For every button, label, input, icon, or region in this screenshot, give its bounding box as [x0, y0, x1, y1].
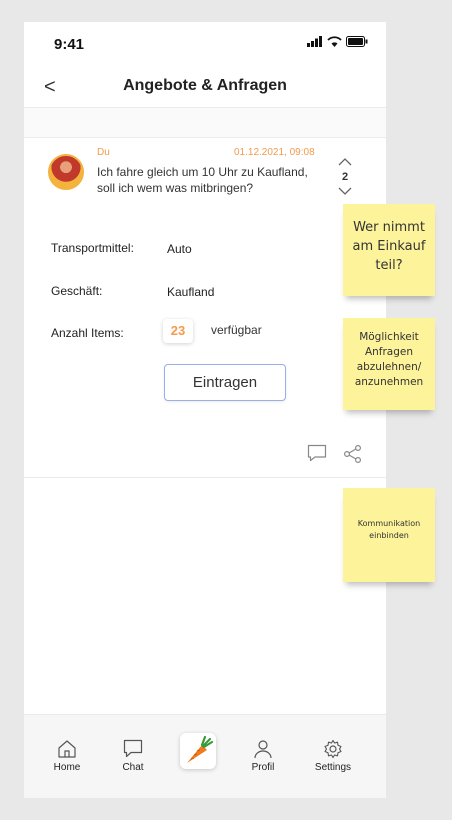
page-title: Angebote & Anfragen [123, 77, 287, 94]
sticky-note-requests: Möglichkeit Anfragen abzulehnen/ anzuneh… [343, 318, 435, 410]
shop-label: Geschäft: [51, 284, 103, 298]
tab-settings[interactable]: Settings [303, 739, 363, 773]
status-bar: 9:41 [24, 22, 386, 68]
tab-home[interactable]: Home [37, 739, 97, 773]
eintragen-button[interactable]: Eintragen [164, 364, 286, 401]
message-date: 01.12.2021, 09:08 [234, 147, 315, 158]
tab-settings-label: Settings [314, 762, 352, 773]
items-status: verfügbar [211, 323, 262, 337]
section-divider [24, 477, 386, 478]
battery-icon [346, 36, 368, 47]
tab-chat[interactable]: Chat [103, 739, 163, 773]
items-label: Anzahl Items: [51, 326, 124, 340]
chevron-down-icon[interactable] [338, 187, 352, 196]
chevron-up-icon[interactable] [338, 157, 352, 166]
header-spacer [24, 108, 386, 138]
tab-home-label: Home [53, 762, 81, 773]
shop-value: Kaufland [167, 285, 215, 299]
tab-bar: Home Chat Profil Settings [24, 714, 386, 798]
status-icons [307, 36, 368, 47]
signal-icon [307, 36, 322, 47]
comment-icon[interactable] [307, 444, 327, 462]
sticky-note-participants: Wer nimmt am Einkauf teil? [343, 204, 435, 296]
status-time: 9:41 [54, 36, 85, 53]
message-author: Du [97, 147, 110, 158]
tab-profil[interactable]: Profil [233, 739, 293, 773]
carrot-icon [187, 735, 214, 763]
items-count: 23 [163, 319, 193, 343]
wifi-icon [327, 36, 342, 47]
profile-icon [254, 740, 272, 759]
transport-label: Transportmittel: [51, 241, 134, 255]
gear-icon [324, 739, 342, 759]
tab-chat-label: Chat [122, 762, 144, 773]
phone-screen: 9:41 < Angebote & Anfragen Du 01.12.2021… [24, 22, 386, 798]
share-icon[interactable] [343, 444, 363, 464]
header-bar: < Angebote & Anfragen [24, 68, 386, 108]
tab-profil-label: Profil [251, 762, 275, 773]
home-icon [58, 740, 76, 758]
carrot-home-button[interactable] [180, 733, 216, 769]
message-text: Ich fahre gleich um 10 Uhr zu Kaufland, … [97, 165, 308, 195]
sticky-note-communication: Kommunikation einbinden [343, 488, 435, 582]
transport-value: Auto [167, 242, 192, 256]
vote-control: 2 [335, 153, 355, 201]
vote-count: 2 [341, 171, 349, 183]
chat-icon [123, 739, 143, 758]
avatar[interactable] [48, 154, 84, 190]
message-actions [307, 444, 363, 464]
